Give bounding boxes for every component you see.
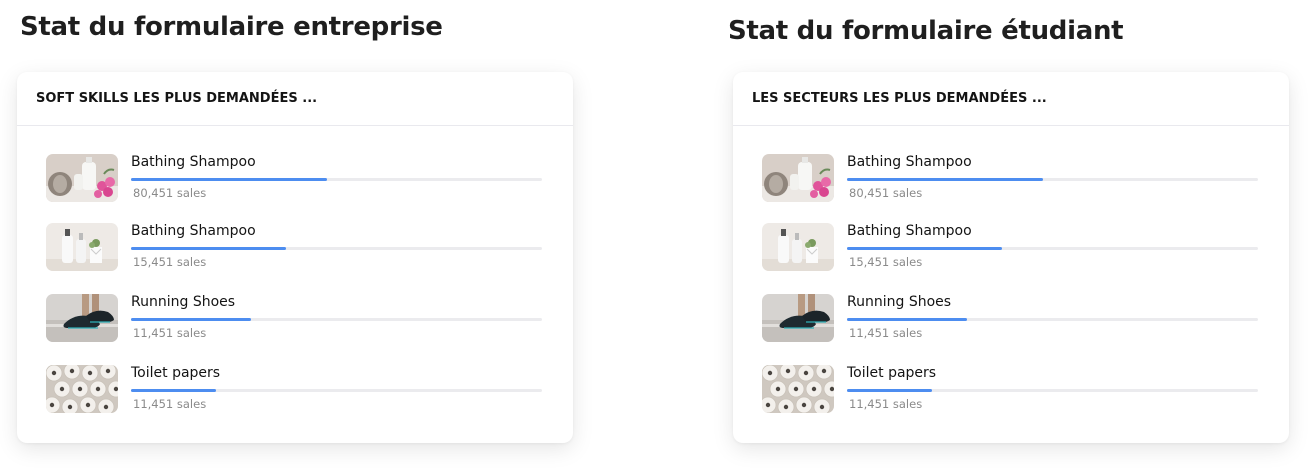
item-name: Running Shoes — [847, 294, 952, 310]
item-name: Bathing Shampoo — [131, 223, 256, 239]
progress-track — [847, 389, 1258, 392]
item-name: Toilet papers — [131, 365, 221, 381]
list-item: Bathing Shampoo 15,451 sales — [762, 223, 1259, 273]
item-sales: 11,451 sales — [133, 326, 207, 340]
item-sales: 80,451 sales — [849, 186, 923, 200]
item-name: Bathing Shampoo — [847, 154, 972, 170]
list-item: Running Shoes 11,451 sales — [46, 294, 543, 344]
toilet-paper-rolls-image — [46, 365, 118, 413]
progress-fill — [131, 389, 217, 392]
list-item: Toilet papers 11,451 sales — [762, 365, 1259, 415]
progress-track — [131, 247, 542, 250]
section-heading: Stat du formulaire étudiant — [728, 16, 1124, 46]
stats-card: LES SECTEURS LES PLUS DEMANDÉES ... Bath… — [733, 72, 1289, 443]
progress-fill — [847, 389, 933, 392]
progress-fill — [847, 318, 967, 321]
item-sales: 15,451 sales — [133, 255, 207, 269]
towel-shampoo-flowers-image — [762, 154, 834, 202]
progress-track — [847, 247, 1258, 250]
item-name: Bathing Shampoo — [847, 223, 972, 239]
list-item: Bathing Shampoo 80,451 sales — [46, 154, 543, 204]
item-name: Bathing Shampoo — [131, 154, 256, 170]
progress-fill — [131, 247, 287, 250]
toilet-paper-rolls-image — [762, 365, 834, 413]
item-name: Running Shoes — [131, 294, 236, 310]
card-title: LES SECTEURS LES PLUS DEMANDÉES ... — [733, 72, 1289, 126]
progress-track — [847, 178, 1258, 181]
shampoo-bottles-image — [762, 223, 834, 271]
progress-fill — [847, 178, 1044, 181]
item-sales: 15,451 sales — [849, 255, 923, 269]
progress-fill — [847, 247, 1003, 250]
item-sales: 11,451 sales — [849, 397, 923, 411]
list-item: Running Shoes 11,451 sales — [762, 294, 1259, 344]
progress-fill — [131, 178, 328, 181]
progress-fill — [131, 318, 251, 321]
progress-track — [131, 178, 542, 181]
shampoo-bottles-image — [46, 223, 118, 271]
running-shoes-image — [762, 294, 834, 342]
towel-shampoo-flowers-image — [46, 154, 118, 202]
running-shoes-image — [46, 294, 118, 342]
progress-track — [847, 318, 1258, 321]
progress-track — [131, 389, 542, 392]
progress-track — [131, 318, 542, 321]
card-title: SOFT SKILLS LES PLUS DEMANDÉES ... — [17, 72, 573, 126]
item-sales: 80,451 sales — [133, 186, 207, 200]
item-sales: 11,451 sales — [133, 397, 207, 411]
stats-card: SOFT SKILLS LES PLUS DEMANDÉES ... Bathi… — [17, 72, 573, 443]
item-name: Toilet papers — [847, 365, 937, 381]
list-item: Bathing Shampoo 15,451 sales — [46, 223, 543, 273]
item-sales: 11,451 sales — [849, 326, 923, 340]
section-heading: Stat du formulaire entreprise — [20, 12, 443, 42]
list-item: Bathing Shampoo 80,451 sales — [762, 154, 1259, 204]
list-item: Toilet papers 11,451 sales — [46, 365, 543, 415]
